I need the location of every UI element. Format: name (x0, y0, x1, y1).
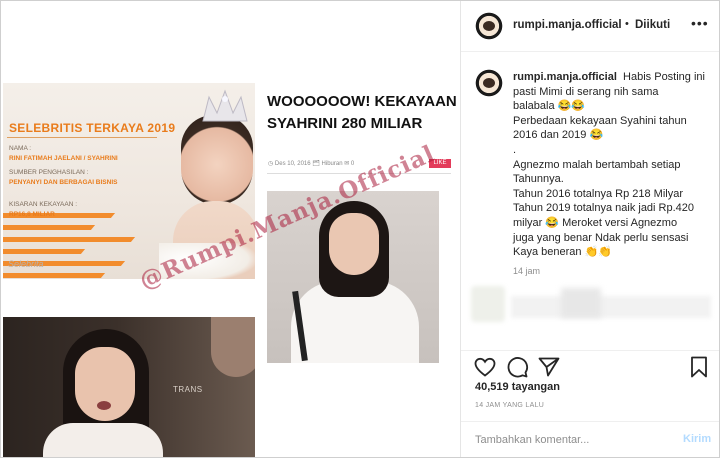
bookmark-icon[interactable] (687, 355, 711, 379)
post-caption: rumpi.manja.official Habis Posting ini p… (513, 70, 713, 260)
ellipsis-icon[interactable]: ••• (691, 16, 711, 30)
selebrita-watermark: Selebrita (8, 259, 44, 269)
caption-line: Tahunnya. (513, 173, 564, 186)
header-separator: • (625, 18, 629, 30)
caption-avatar[interactable] (475, 69, 503, 97)
woman-mouth (97, 401, 111, 410)
tv-screenshot-panel: TRANS (3, 317, 255, 457)
caption-line: Agnezmo malah bertambah setiap (513, 158, 681, 171)
man-figure (211, 317, 255, 377)
avatar[interactable] (475, 12, 503, 40)
caption-line: Perbedaan kekayaan Syahini tahun (513, 114, 687, 127)
article-meta: ◷ Des 10, 2016 🗂 Hiburan ✉ 0 (268, 161, 355, 167)
portrait-face (181, 115, 253, 205)
comment-input[interactable] (473, 430, 667, 450)
woman-dress (43, 423, 163, 457)
post-time-ago[interactable]: 14 JAM YANG LALU (475, 402, 544, 409)
nama-value: RINI FATIMAH JAELANI / SYAHRINI (9, 155, 118, 162)
sumber-value: PENYANYI DAN BERBAGAI BISNIS (9, 179, 118, 186)
comment-icon[interactable] (505, 355, 529, 379)
blurred-comment (471, 282, 711, 326)
kisaran-label: KISARAN KEKAYAAN : (9, 201, 78, 208)
post-sidebar: rumpi.manja.official • Diikuti ••• rumpi… (460, 1, 719, 457)
caption-line: Habis Posting ini (623, 71, 705, 83)
caption-line: 2016 dan 2019 😂 (513, 129, 604, 142)
heart-icon[interactable] (473, 355, 497, 379)
caption-line: Tahun 2019 totalnya naik jadi Rp.420 (513, 202, 695, 215)
article-headline: WOOOOOOW! KEKAYAAN SYAHRINI 280 MILIAR (267, 93, 457, 132)
infographic-title: SELEBRITIS TERKAYA 2019 (9, 121, 176, 135)
photo-face (329, 213, 379, 275)
divider (7, 137, 157, 138)
instagram-post-modal: SELEBRITIS TERKAYA 2019 NAMA : RINI FATI… (0, 0, 720, 458)
follow-status-button[interactable]: Diikuti (635, 19, 670, 31)
post-comment-button[interactable]: Kirim (683, 433, 711, 445)
sumber-label: SUMBER PENGHASILAN : (9, 169, 89, 176)
add-comment-bar: Kirim (461, 421, 719, 457)
caption-line: pasti Mimi di serang nih sama (513, 85, 659, 98)
views-count[interactable]: 40,519 tayangan (475, 381, 560, 393)
caption-line: milyar 😂 Meroket versi Agnezmo (513, 216, 678, 229)
trans-logo: TRANS (173, 385, 203, 394)
header-username[interactable]: rumpi.manja.official (513, 19, 622, 31)
nama-label: NAMA : (9, 145, 32, 152)
crown-icon (202, 89, 248, 122)
caption-line: . (513, 143, 517, 156)
action-bar: 40,519 tayangan 14 JAM YANG LALU Kirim (461, 350, 719, 457)
caption-username[interactable]: rumpi.manja.official (513, 71, 617, 83)
caption-line: Tahun 2016 totalnya Rp 218 Milyar (513, 187, 683, 200)
caption-line: balabala 😂😂 (513, 100, 586, 113)
caption-line: Kaya beneran 👏👏 (513, 246, 612, 259)
caption-time[interactable]: 14 jam (513, 266, 540, 276)
comments-area[interactable]: rumpi.manja.official Habis Posting ini p… (461, 52, 719, 350)
kisaran-value: RP16,8 MILIAR (9, 211, 55, 218)
post-header: rumpi.manja.official • Diikuti ••• (461, 1, 719, 52)
caption-line: juga yang benar Ndak perlu sensasi (513, 231, 689, 244)
post-media[interactable]: SELEBRITIS TERKAYA 2019 NAMA : RINI FATI… (1, 1, 460, 457)
share-icon[interactable] (537, 355, 561, 379)
